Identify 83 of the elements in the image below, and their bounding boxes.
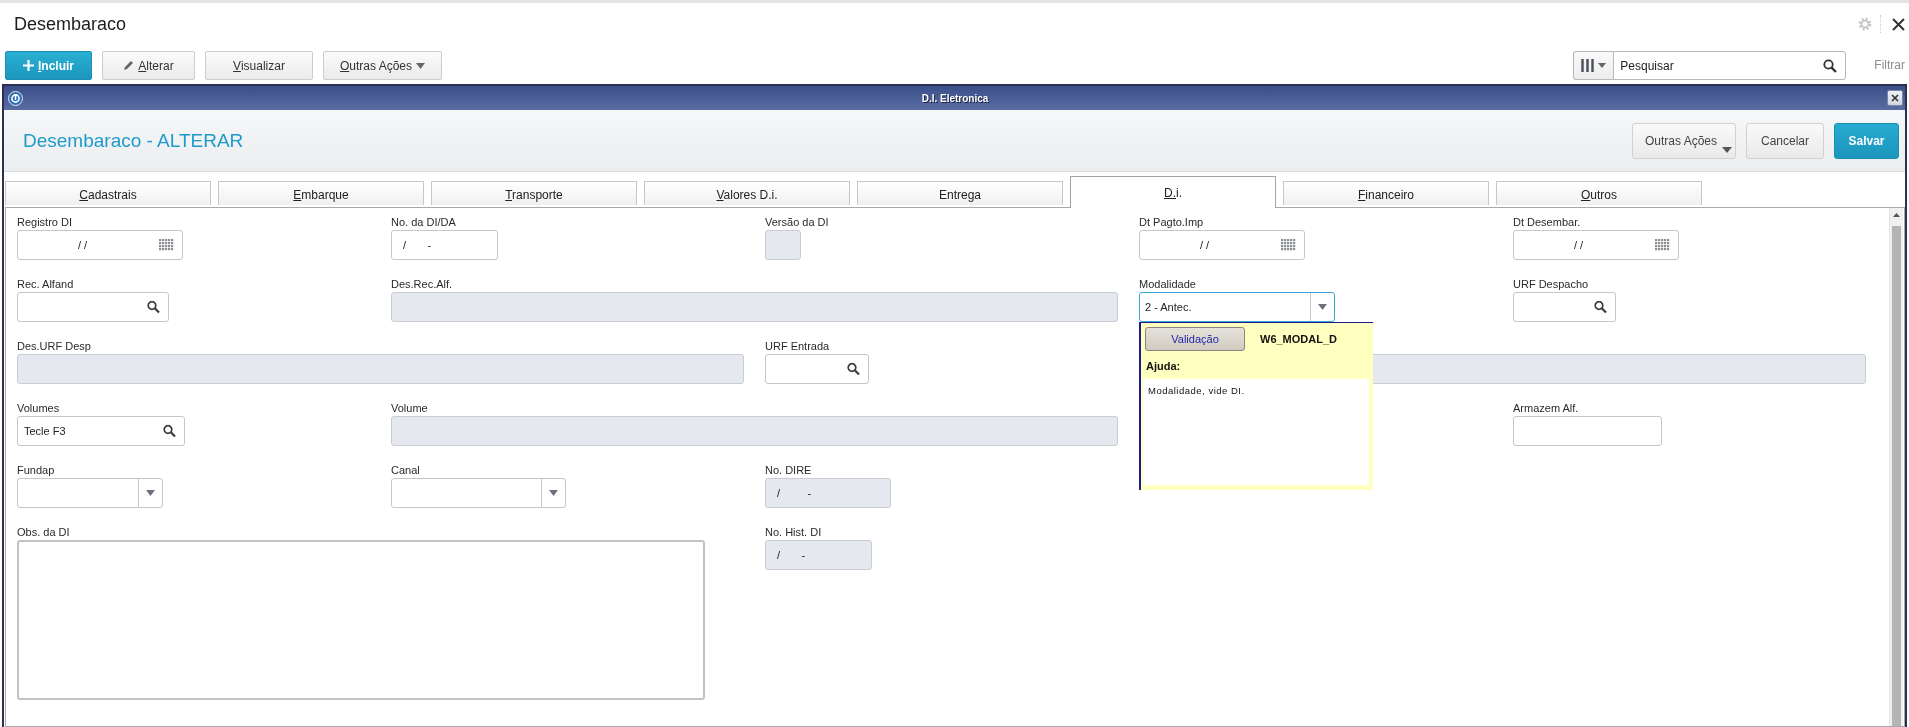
search-icon — [147, 300, 160, 314]
search-field[interactable]: Pesquisar — [1613, 51, 1847, 80]
field-label: URF Despacho — [1513, 278, 1589, 290]
calendar-icon — [159, 239, 174, 251]
input-field: / - — [765, 478, 891, 508]
tab[interactable]: Entrega — [857, 181, 1063, 205]
scrollbar-thumb[interactable] — [1892, 226, 1901, 726]
caret-icon — [549, 490, 558, 496]
field-label: Des.URF Desp — [17, 340, 91, 352]
caret-icon — [416, 62, 425, 69]
lookup-field[interactable] — [1513, 292, 1616, 322]
field-label: Canal — [391, 464, 420, 476]
close-button[interactable] — [1892, 17, 1905, 31]
calendar-icon — [1655, 239, 1670, 251]
validation-button[interactable]: Validação — [1145, 327, 1245, 351]
up-arrow-icon — [1893, 213, 1900, 217]
field-label: Des.Rec.Alf. — [391, 278, 453, 290]
cancel-button[interactable]: Cancelar — [1746, 122, 1824, 159]
menu-button[interactable]: Outras Ações — [323, 51, 442, 80]
settings-button[interactable] — [1858, 17, 1872, 31]
input-field: / - — [765, 540, 872, 570]
lookup-field[interactable] — [765, 354, 869, 384]
caret-icon — [146, 490, 155, 496]
field-label: Armazem Alf. — [1513, 402, 1579, 414]
field-label: No. DIRE — [765, 464, 812, 476]
help-text: Modalidade, vide DI. — [1143, 379, 1369, 485]
close-icon — [1891, 94, 1899, 102]
column-picker-button[interactable] — [1573, 51, 1614, 80]
tab[interactable]: Valores D.i. — [644, 181, 850, 205]
window-title: D.I. Eletronica — [920, 92, 990, 104]
form-heading: Desembaraco - ALTERAR — [23, 129, 245, 152]
field-label: Dt Pagto.Imp — [1139, 216, 1204, 228]
date-field[interactable]: / / — [17, 230, 183, 260]
field-label: Dt Desembar. — [1513, 216, 1581, 228]
field-label: Registro DI — [17, 216, 73, 228]
field-label: Volumes — [17, 402, 60, 414]
settings-icon — [1858, 17, 1872, 31]
search-icon — [163, 424, 176, 438]
toolbar-button[interactable]: Alterar — [102, 51, 195, 80]
caret-icon — [1598, 63, 1607, 68]
field-label: No. Hist. DI — [765, 526, 822, 538]
lookup-field[interactable] — [17, 292, 169, 322]
calendar-icon — [1281, 239, 1296, 251]
search-icon — [847, 362, 860, 376]
field-label: Versão da DI — [765, 216, 829, 228]
columns-icon — [1581, 59, 1595, 72]
caret-icon — [1722, 146, 1732, 153]
window-close-button[interactable] — [1887, 90, 1903, 106]
pencil-icon — [123, 60, 135, 71]
dropdown-field[interactable] — [391, 478, 566, 508]
caret-icon — [1318, 304, 1327, 310]
tab[interactable]: Financeiro — [1283, 181, 1489, 205]
field-label: Fundap — [17, 464, 55, 476]
input-field[interactable] — [1513, 416, 1662, 446]
search-icon — [1823, 58, 1838, 73]
dropdown-field[interactable] — [17, 478, 163, 508]
input-field[interactable]: / - — [391, 230, 498, 260]
field-label: No. da DI/DA — [391, 216, 456, 228]
text-area[interactable] — [17, 540, 705, 700]
tab[interactable]: Cadastrais — [5, 181, 211, 205]
plus-icon — [23, 60, 34, 71]
field-label: Obs. da DI — [17, 526, 70, 538]
field-code: W6_MODAL_D — [1260, 333, 1337, 345]
field-label: Rec. Alfand — [17, 278, 74, 290]
toolbar-button[interactable]: Visualizar — [205, 51, 313, 80]
tab[interactable]: Embarque — [218, 181, 424, 205]
lookup-field[interactable]: Tecle F3 — [17, 416, 185, 446]
tab[interactable]: D.i. — [1070, 176, 1276, 208]
date-field[interactable]: / / — [1139, 230, 1305, 260]
filter-link[interactable]: Filtrar — [1874, 58, 1905, 72]
help-heading: Ajuda: — [1146, 360, 1182, 372]
close-icon — [1892, 17, 1905, 31]
dropdown-field[interactable]: 2 - Antec. — [1139, 292, 1335, 322]
field-label: Volume — [391, 402, 428, 414]
date-field[interactable]: / / — [1513, 230, 1679, 260]
field-label: URF Entrada — [765, 340, 830, 352]
page-title: Desembaraco — [14, 13, 128, 35]
search-icon — [1594, 300, 1607, 314]
menu-button[interactable]: Outras Ações — [1632, 122, 1736, 159]
power-icon — [8, 90, 23, 106]
field-label: Modalidade — [1139, 278, 1196, 290]
tab[interactable]: Transporte — [431, 181, 637, 205]
tab[interactable]: Outros — [1496, 181, 1702, 205]
